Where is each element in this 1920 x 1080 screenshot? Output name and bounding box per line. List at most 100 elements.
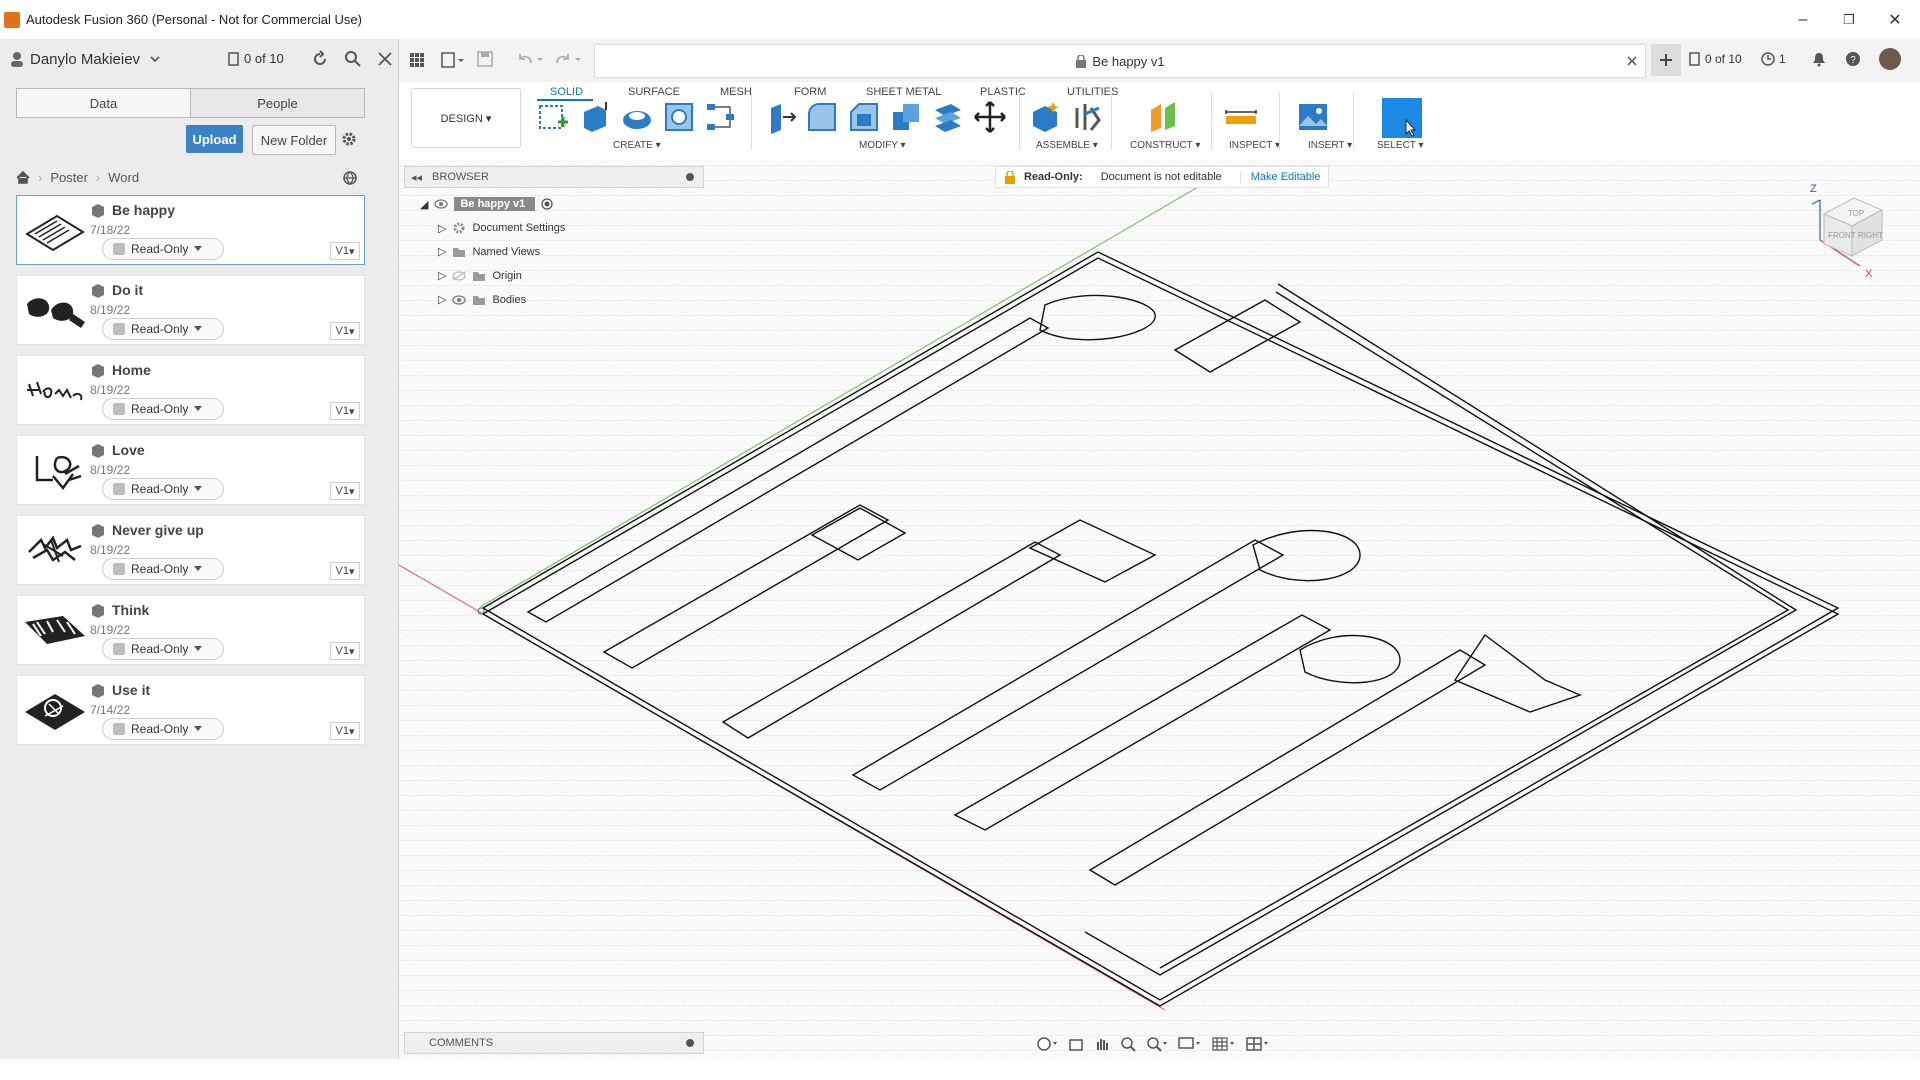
breadcrumb-word[interactable]: Word xyxy=(108,170,139,185)
expand-arrow-icon[interactable]: ▷ xyxy=(438,245,446,258)
tab-surface[interactable]: SURFACE xyxy=(628,86,680,98)
tab-sheet-metal[interactable]: SHEET METAL xyxy=(866,86,941,98)
extrude-icon[interactable] xyxy=(578,100,612,134)
save-icon[interactable] xyxy=(477,51,493,67)
file-name[interactable]: Think xyxy=(112,602,149,618)
file-name[interactable]: Be happy xyxy=(112,202,175,218)
read-only-dropdown[interactable]: Read-Only xyxy=(102,318,224,340)
read-only-dropdown[interactable]: Read-Only xyxy=(102,478,224,500)
version-dropdown[interactable]: V1 ▾ xyxy=(330,562,360,580)
sweep-icon[interactable] xyxy=(662,100,696,134)
tab-data[interactable]: Data xyxy=(17,89,190,117)
file-name[interactable]: Never give up xyxy=(112,522,204,538)
version-dropdown[interactable]: V1 ▾ xyxy=(330,242,360,260)
display-settings-icon[interactable] xyxy=(1178,1036,1202,1052)
new-folder-button[interactable]: New Folder xyxy=(252,125,336,155)
expand-arrow-icon[interactable]: ▷ xyxy=(438,293,446,306)
close-panel-icon[interactable] xyxy=(377,51,393,67)
read-only-dropdown[interactable]: Read-Only xyxy=(102,238,224,260)
tab-form[interactable]: FORM xyxy=(794,86,826,98)
read-only-dropdown[interactable]: Read-Only xyxy=(102,718,224,740)
read-only-dropdown[interactable]: Read-Only xyxy=(102,398,224,420)
browser-item-bodies[interactable]: ▷ Bodies xyxy=(438,293,526,307)
revolve-icon[interactable] xyxy=(620,100,654,134)
job-status-doc[interactable]: 0 of 10 xyxy=(1689,52,1742,66)
orbit-icon[interactable] xyxy=(1036,1036,1058,1052)
app-grid-icon[interactable] xyxy=(409,52,425,68)
look-at-icon[interactable] xyxy=(1068,1036,1084,1052)
move-copy-icon[interactable] xyxy=(973,100,1007,134)
refresh-icon[interactable] xyxy=(311,50,329,68)
offset-plane-icon[interactable] xyxy=(1147,100,1181,134)
read-only-dropdown[interactable]: Read-Only xyxy=(102,558,224,580)
expand-arrow-icon[interactable]: ◢ xyxy=(420,198,428,211)
restore-button[interactable]: ❐ xyxy=(1826,0,1872,39)
file-card-love[interactable]: Love 8/19/22 Read-Only V1 ▾ xyxy=(16,435,365,505)
file-name[interactable]: Home xyxy=(112,362,151,378)
combine-icon[interactable] xyxy=(889,100,923,134)
eye-icon[interactable] xyxy=(452,294,467,305)
joint-icon[interactable] xyxy=(1071,100,1105,134)
grid-settings-icon[interactable] xyxy=(1212,1036,1236,1052)
viewports-icon[interactable] xyxy=(1246,1036,1270,1052)
insert-group-label[interactable]: INSERT ▾ xyxy=(1308,140,1352,151)
press-pull-icon[interactable] xyxy=(763,100,797,134)
job-status[interactable]: 0 of 10 xyxy=(228,51,284,66)
workspace-switcher[interactable]: DESIGN ▾ xyxy=(411,88,521,148)
file-name[interactable]: Use it xyxy=(112,682,150,698)
home-icon[interactable] xyxy=(16,170,30,184)
file-card-do-it[interactable]: Do it 8/19/22 Read-Only V1 ▾ xyxy=(16,275,365,345)
version-dropdown[interactable]: V1 ▾ xyxy=(330,402,360,420)
collapse-arrow-icon[interactable]: ◂◂ xyxy=(411,171,422,184)
select-icon[interactable] xyxy=(1382,98,1422,138)
minimize-button[interactable]: – xyxy=(1780,0,1826,39)
file-card-never-give-up[interactable]: Never give up 8/19/22 Read-Only V1 ▾ xyxy=(16,515,365,585)
tab-mesh[interactable]: MESH xyxy=(720,86,752,98)
version-dropdown[interactable]: V1 ▾ xyxy=(330,482,360,500)
expand-arrow-icon[interactable]: ▷ xyxy=(438,269,446,282)
file-card-think[interactable]: Think 8/19/22 Read-Only V1 ▾ xyxy=(16,595,365,665)
inspect-group-label[interactable]: INSPECT ▾ xyxy=(1229,140,1280,151)
help-icon[interactable]: ? xyxy=(1845,51,1861,67)
3d-viewport[interactable] xyxy=(399,160,1920,1059)
make-editable-link[interactable]: Make Editable xyxy=(1239,171,1320,183)
avatar[interactable] xyxy=(1879,48,1901,70)
file-card-be-happy[interactable]: Be happy 7/18/22 Read-Only V1 ▾ xyxy=(16,195,365,265)
canvas-graphics[interactable] xyxy=(399,160,1920,1059)
browser-root-item[interactable]: ◢ Be happy v1 xyxy=(420,197,553,211)
redo-icon[interactable] xyxy=(555,51,583,67)
tab-people[interactable]: People xyxy=(190,89,364,117)
version-dropdown[interactable]: V1 ▾ xyxy=(330,322,360,340)
bell-icon[interactable] xyxy=(1811,51,1827,67)
measure-icon[interactable] xyxy=(1224,100,1258,134)
file-name[interactable]: Do it xyxy=(112,282,143,298)
new-component-icon[interactable] xyxy=(1029,100,1063,134)
fillet-icon[interactable] xyxy=(805,100,839,134)
offset-face-icon[interactable] xyxy=(931,100,965,134)
file-card-use-it[interactable]: Use it 7/14/22 Read-Only V1 ▾ xyxy=(16,675,365,745)
create-sketch-icon[interactable] xyxy=(536,100,570,134)
insert-image-icon[interactable] xyxy=(1296,100,1330,134)
settings-gear-icon[interactable] xyxy=(340,130,358,148)
browser-item-named-views[interactable]: ▷ Named Views xyxy=(438,245,540,259)
breadcrumb-poster[interactable]: Poster xyxy=(50,170,88,185)
browser-item-document-settings[interactable]: ▷ Document Settings xyxy=(438,221,565,235)
add-comment-icon[interactable] xyxy=(685,1038,695,1048)
close-window-button[interactable]: ✕ xyxy=(1872,0,1918,39)
construct-group-label[interactable]: CONSTRUCT ▾ xyxy=(1130,140,1200,151)
read-only-dropdown[interactable]: Read-Only xyxy=(102,638,224,660)
document-tab[interactable]: Be happy v1 xyxy=(594,44,1646,78)
globe-icon[interactable] xyxy=(342,170,358,186)
browser-item-origin[interactable]: ▷ Origin xyxy=(438,269,522,283)
activate-radio-icon[interactable] xyxy=(541,198,553,210)
notification-counter[interactable]: 1 xyxy=(1761,52,1786,66)
chevron-down-icon[interactable] xyxy=(150,55,160,63)
version-dropdown[interactable]: V1 ▾ xyxy=(330,642,360,660)
eye-hidden-icon[interactable] xyxy=(452,270,467,281)
close-tab-icon[interactable] xyxy=(1627,56,1637,66)
file-card-home[interactable]: Home 8/19/22 Read-Only V1 ▾ xyxy=(16,355,365,425)
upload-button[interactable]: Upload xyxy=(186,125,243,153)
new-tab-button[interactable] xyxy=(1651,44,1681,76)
version-dropdown[interactable]: V1 ▾ xyxy=(330,722,360,740)
panel-pin-icon[interactable] xyxy=(685,172,695,182)
